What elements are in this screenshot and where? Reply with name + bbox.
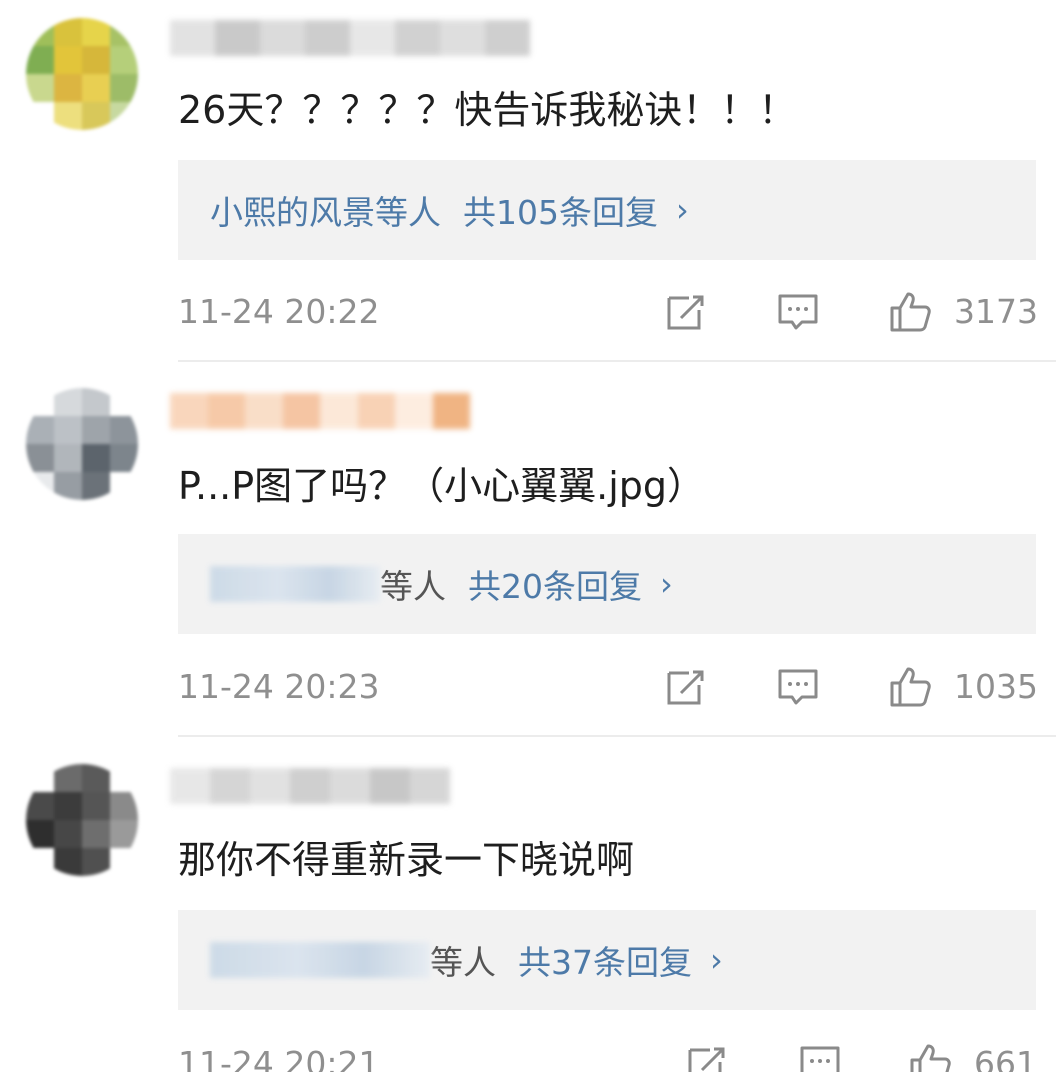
avatar[interactable] — [26, 18, 138, 130]
repost-icon[interactable] — [663, 665, 707, 709]
chevron-right-icon: › — [676, 191, 689, 229]
reply-count: 共37条回复 — [518, 943, 692, 982]
reply-names-blurred — [210, 942, 430, 978]
reply-count: 共105条回复 — [463, 193, 658, 232]
comment-text: 那你不得重新录一下晓说啊 — [178, 838, 635, 882]
username-blurred[interactable] — [170, 20, 530, 56]
chevron-right-icon: › — [660, 565, 673, 603]
repost-icon[interactable] — [663, 290, 707, 334]
like-count: 1035 — [954, 667, 1038, 706]
avatar[interactable] — [26, 388, 138, 500]
timestamp: 11-24 20:21 — [178, 1044, 380, 1072]
thumbs-up-icon[interactable] — [888, 665, 932, 709]
username-blurred[interactable] — [170, 768, 450, 804]
like-count: 3173 — [954, 292, 1038, 331]
timestamp: 11-24 20:23 — [178, 667, 380, 706]
comment-text: P...P图了吗？（小心翼翼.jpg） — [178, 464, 706, 508]
comment-icon[interactable] — [776, 290, 820, 334]
comment-icon[interactable] — [776, 665, 820, 709]
reply-count: 共20条回复 — [468, 567, 642, 606]
reply-names-blurred — [210, 566, 380, 602]
thumbs-up-icon[interactable] — [888, 290, 932, 334]
comment-feed: 26天？？？？？快告诉我秘诀！！！ 小熙的风景等人 共105条回复 › 11-2… — [0, 0, 1056, 1072]
thumbs-up-icon[interactable] — [908, 1042, 952, 1072]
comment-meta: 11-24 20:22 3173 — [0, 288, 1056, 338]
divider — [178, 360, 1056, 362]
timestamp: 11-24 20:22 — [178, 292, 380, 331]
comment-icon[interactable] — [798, 1042, 842, 1072]
divider — [178, 735, 1056, 737]
reply-names-suffix: 等人 — [430, 943, 496, 982]
reply-summary[interactable]: 小熙的风景等人 共105条回复 › — [178, 160, 1036, 260]
comment-meta: 11-24 20:21 661 — [0, 1040, 1056, 1072]
reply-names: 小熙的风景等人 — [210, 193, 441, 232]
repost-icon[interactable] — [684, 1042, 728, 1072]
reply-summary[interactable]: 等人 共20条回复 › — [178, 534, 1036, 634]
like-count: 661 — [974, 1044, 1037, 1072]
avatar[interactable] — [26, 764, 138, 876]
reply-names-suffix: 等人 — [380, 567, 446, 606]
username-blurred[interactable] — [170, 393, 470, 429]
comment-text: 26天？？？？？快告诉我秘诀！！！ — [178, 88, 797, 132]
comment-meta: 11-24 20:23 1035 — [0, 663, 1056, 713]
reply-summary[interactable]: 等人 共37条回复 › — [178, 910, 1036, 1010]
chevron-right-icon: › — [710, 941, 723, 979]
